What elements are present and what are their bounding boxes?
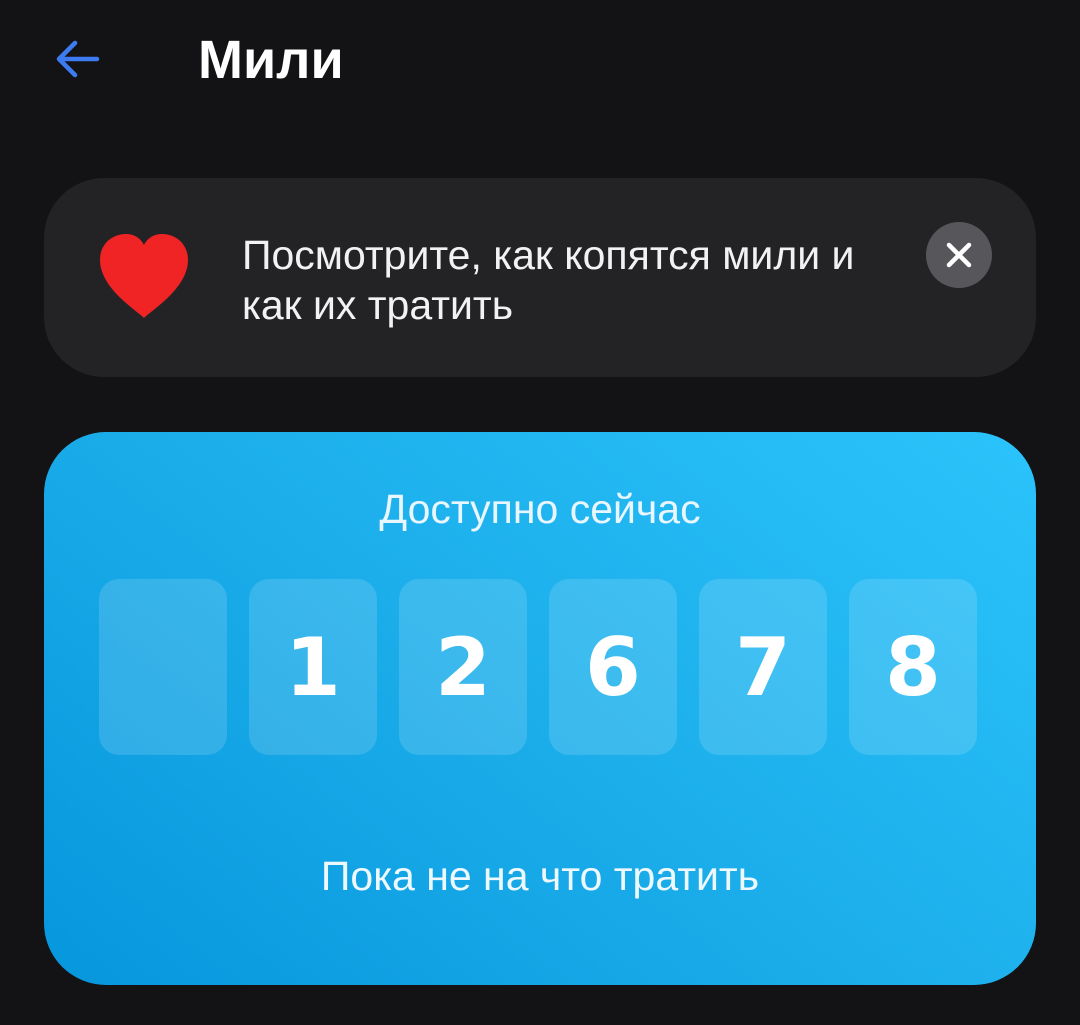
- heart-icon: [100, 234, 188, 318]
- balance-digits: 1 2 6 7 8: [99, 579, 983, 755]
- close-icon: [946, 242, 972, 268]
- digit-cell: [99, 579, 227, 755]
- back-button[interactable]: [44, 28, 110, 90]
- promo-banner[interactable]: Посмотрите, как копятся мили и как их тр…: [44, 178, 1036, 377]
- banner-text: Посмотрите, как копятся мили и как их тр…: [242, 232, 855, 328]
- digit-cell: 8: [849, 579, 977, 755]
- miles-screen: Мили Посмотрите, как копятся мили и как …: [0, 0, 1080, 1025]
- page-title: Мили: [198, 30, 344, 90]
- miles-balance-card[interactable]: Доступно сейчас 1 2 6 7 8 Пока не на что…: [44, 432, 1036, 985]
- spend-status-text: Пока не на что тратить: [320, 853, 760, 899]
- arrow-left-icon: [56, 40, 100, 78]
- digit-cell: 1: [249, 579, 377, 755]
- digit-cell: 2: [399, 579, 527, 755]
- banner-close-button[interactable]: [926, 222, 992, 288]
- balance-label: Доступно сейчас: [379, 486, 701, 532]
- digit-cell: 7: [699, 579, 827, 755]
- digit-cell: 6: [549, 579, 677, 755]
